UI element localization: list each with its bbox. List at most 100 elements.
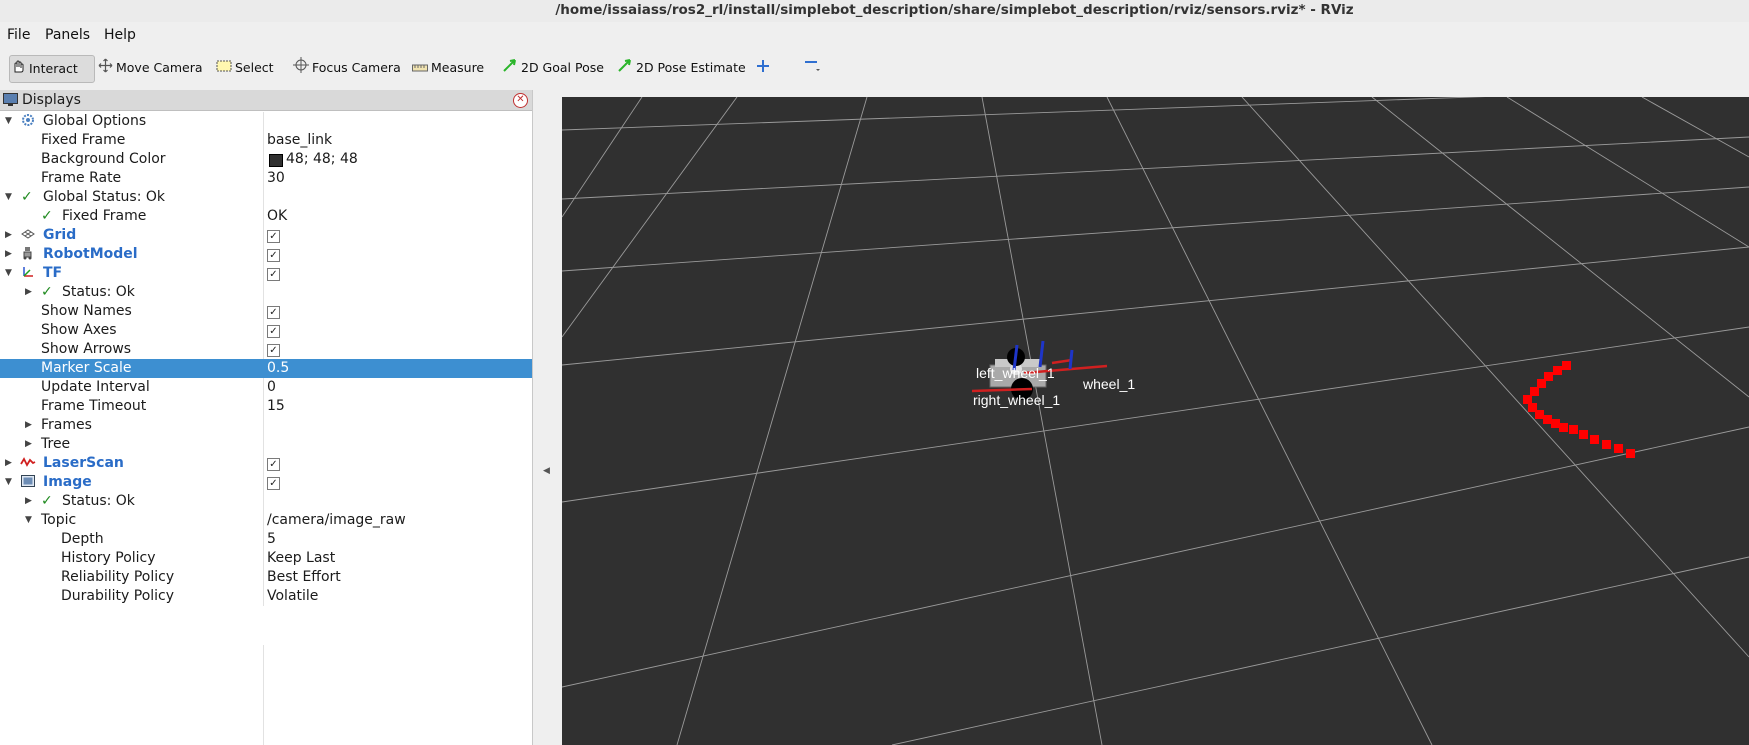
menu-file[interactable]: File bbox=[7, 27, 30, 43]
tree-row-history-policy[interactable]: History Policy Keep Last bbox=[0, 549, 532, 568]
tree-row-robotmodel[interactable]: ▶ RobotModel ✓ bbox=[0, 245, 532, 264]
column-divider bbox=[263, 549, 264, 568]
column-divider bbox=[263, 302, 264, 321]
focus-camera-tool-button[interactable]: Focus Camera bbox=[293, 55, 401, 81]
collapse-arrow-icon[interactable]: ▶ bbox=[25, 283, 32, 302]
robot-icon bbox=[21, 246, 35, 266]
show-arrows-checkbox[interactable]: ✓ bbox=[267, 344, 280, 357]
tree-row-topic[interactable]: ▼ Topic /camera/image_raw bbox=[0, 511, 532, 530]
expand-arrow-icon[interactable]: ▼ bbox=[5, 473, 12, 492]
move-arrows-icon bbox=[98, 56, 113, 82]
3d-render-viewport[interactable]: left_wheel_1 wheel_1 right_wheel_1 bbox=[562, 97, 1749, 745]
tree-value[interactable]: base_link bbox=[267, 131, 332, 150]
tree-row-frame-timeout[interactable]: Frame Timeout 15 bbox=[0, 397, 532, 416]
column-divider bbox=[263, 207, 264, 226]
tree-label: Depth bbox=[61, 531, 104, 547]
expand-arrow-icon[interactable]: ▼ bbox=[5, 264, 12, 283]
collapse-arrow-icon[interactable]: ▶ bbox=[5, 454, 12, 473]
tree-row-image-status[interactable]: ▶ ✓ Status: Ok bbox=[0, 492, 532, 511]
close-icon[interactable]: ✕ bbox=[513, 93, 528, 108]
2d-pose-estimate-tool-button[interactable]: 2D Pose Estimate bbox=[617, 55, 746, 81]
tree-row-show-arrows[interactable]: Show Arrows ✓ bbox=[0, 340, 532, 359]
displays-tree: ▼ Global Options Fixed Frame base_link B… bbox=[0, 112, 532, 606]
displays-panel: Displays ✕ ▼ Global Options Fixed Frame … bbox=[0, 90, 533, 745]
tree-row-grid[interactable]: ▶ Grid ✓ bbox=[0, 226, 532, 245]
remove-tool-button[interactable] bbox=[803, 55, 824, 81]
tree-label: Show Axes bbox=[41, 322, 117, 338]
color-swatch[interactable] bbox=[269, 154, 283, 167]
tree-label: Frames bbox=[41, 417, 92, 433]
tree-row-frames[interactable]: ▶ Frames bbox=[0, 416, 532, 435]
menu-help[interactable]: Help bbox=[104, 27, 136, 43]
collapse-arrow-icon[interactable]: ▶ bbox=[25, 435, 32, 454]
tree-row-frame-rate[interactable]: Frame Rate 30 bbox=[0, 169, 532, 188]
tree-row-background-color[interactable]: Background Color 48; 48; 48 bbox=[0, 150, 532, 169]
image-enabled-checkbox[interactable]: ✓ bbox=[267, 477, 280, 490]
interact-label: Interact bbox=[29, 61, 78, 76]
show-axes-checkbox[interactable]: ✓ bbox=[267, 325, 280, 338]
tree-value[interactable]: 5 bbox=[267, 530, 276, 549]
show-names-checkbox[interactable]: ✓ bbox=[267, 306, 280, 319]
tree-value[interactable]: 0 bbox=[267, 378, 276, 397]
move-camera-tool-button[interactable]: Move Camera bbox=[98, 55, 203, 81]
tree-row-status-fixed-frame[interactable]: ✓ Fixed Frame OK bbox=[0, 207, 532, 226]
title-bar: /home/issaiass/ros2_rl/install/simplebot… bbox=[0, 0, 1749, 22]
tree-value[interactable]: Volatile bbox=[267, 587, 318, 606]
menu-panels[interactable]: Panels bbox=[45, 27, 90, 43]
tree-row-fixed-frame[interactable]: Fixed Frame base_link bbox=[0, 131, 532, 150]
grid-enabled-checkbox[interactable]: ✓ bbox=[267, 230, 280, 243]
frame-label-right-wheel: right_wheel_1 bbox=[973, 392, 1060, 408]
interact-tool-button[interactable]: Interact bbox=[9, 55, 95, 83]
tree-label: Global Options bbox=[43, 113, 147, 129]
column-divider bbox=[263, 226, 264, 245]
select-label: Select bbox=[235, 60, 274, 75]
expand-arrow-icon[interactable]: ▼ bbox=[5, 188, 12, 207]
column-divider bbox=[263, 340, 264, 359]
check-icon: ✓ bbox=[21, 189, 33, 205]
tf-enabled-checkbox[interactable]: ✓ bbox=[267, 268, 280, 281]
tree-value[interactable]: Best Effort bbox=[267, 568, 341, 587]
column-divider bbox=[263, 397, 264, 416]
tree-row-depth[interactable]: Depth 5 bbox=[0, 530, 532, 549]
expand-arrow-icon[interactable]: ▼ bbox=[25, 511, 32, 530]
window-title: /home/issaiass/ros2_rl/install/simplebot… bbox=[555, 2, 1354, 18]
tree-value[interactable]: Keep Last bbox=[267, 549, 335, 568]
tree-row-durability-policy[interactable]: Durability Policy Volatile bbox=[0, 587, 532, 606]
tree-row-tf-status[interactable]: ▶ ✓ Status: Ok bbox=[0, 283, 532, 302]
collapse-arrow-icon[interactable]: ▶ bbox=[5, 245, 12, 264]
check-icon: ✓ bbox=[41, 493, 53, 509]
expand-arrow-icon[interactable]: ▼ bbox=[5, 112, 12, 131]
collapse-left-arrow-icon[interactable]: ◀ bbox=[543, 466, 550, 476]
tree-value[interactable]: 0.5 bbox=[267, 359, 289, 378]
check-icon: ✓ bbox=[41, 208, 53, 224]
tree-row-laserscan[interactable]: ▶ LaserScan ✓ bbox=[0, 454, 532, 473]
measure-label: Measure bbox=[431, 60, 485, 75]
tree-row-global-options[interactable]: ▼ Global Options bbox=[0, 112, 532, 131]
laserscan-enabled-checkbox[interactable]: ✓ bbox=[267, 458, 280, 471]
tree-row-tf[interactable]: ▼ TF ✓ bbox=[0, 264, 532, 283]
tree-value[interactable]: 15 bbox=[267, 397, 285, 416]
2d-goal-pose-tool-button[interactable]: 2D Goal Pose bbox=[502, 55, 604, 81]
add-tool-button[interactable] bbox=[756, 55, 773, 81]
tree-row-show-axes[interactable]: Show Axes ✓ bbox=[0, 321, 532, 340]
tree-value[interactable]: 30 bbox=[267, 169, 285, 188]
tree-row-global-status[interactable]: ▼ ✓ Global Status: Ok bbox=[0, 188, 532, 207]
tree-row-update-interval[interactable]: Update Interval 0 bbox=[0, 378, 532, 397]
column-divider bbox=[263, 188, 264, 207]
collapse-arrow-icon[interactable]: ▶ bbox=[25, 416, 32, 435]
collapse-arrow-icon[interactable]: ▶ bbox=[5, 226, 12, 245]
green-arrow-icon bbox=[502, 56, 518, 82]
tree-row-show-names[interactable]: Show Names ✓ bbox=[0, 302, 532, 321]
robotmodel-enabled-checkbox[interactable]: ✓ bbox=[267, 249, 280, 262]
tree-value[interactable]: /camera/image_raw bbox=[267, 511, 406, 530]
tree-row-reliability-policy[interactable]: Reliability Policy Best Effort bbox=[0, 568, 532, 587]
collapse-arrow-icon[interactable]: ▶ bbox=[25, 492, 32, 511]
tree-value[interactable]: 48; 48; 48 bbox=[286, 150, 358, 169]
tree-row-image[interactable]: ▼ Image ✓ bbox=[0, 473, 532, 492]
tree-row-tree[interactable]: ▶ Tree bbox=[0, 435, 532, 454]
panel-splitter[interactable]: ◀ bbox=[533, 90, 561, 745]
measure-tool-button[interactable]: Measure bbox=[412, 55, 484, 81]
select-tool-button[interactable]: Select bbox=[216, 55, 274, 81]
tree-row-marker-scale[interactable]: Marker Scale 0.5 bbox=[0, 359, 532, 378]
tool-bar: Interact Move Camera Select Focus Camera… bbox=[0, 50, 1749, 86]
